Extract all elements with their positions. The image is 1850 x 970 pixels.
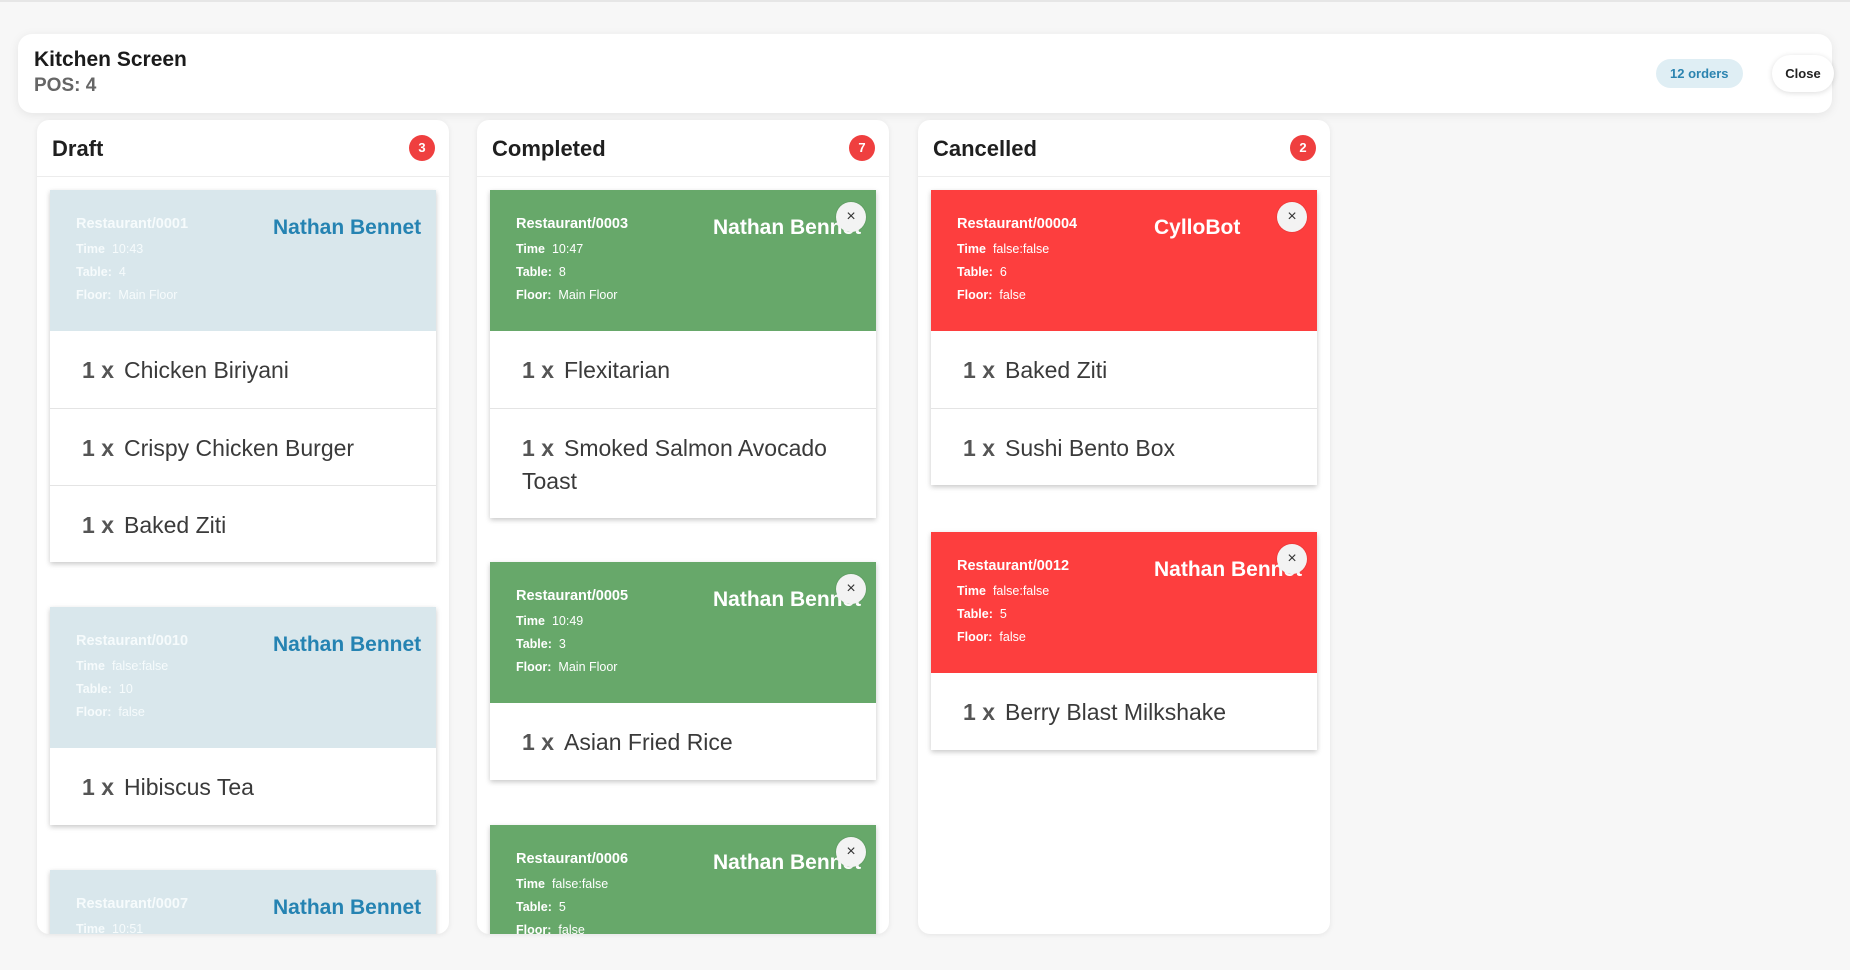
order-table: Table: 3 [516,637,566,651]
order-table: Table: 8 [516,265,566,279]
close-icon[interactable]: × [836,202,866,232]
order-customer: Nathan Bennet [273,633,422,656]
column-header: Completed 7 [477,120,889,177]
order-line-item[interactable]: 1 x Smoked Salmon Avocado Toast [490,408,876,518]
order-time: Time false:false [516,877,609,891]
order-floor: Floor: false [516,923,585,934]
column-completed: Completed 7 Restaurant/0003 Time 10:47 Ta… [477,120,889,934]
order-floor: Floor: false [957,630,1026,644]
order-count-badge: 12 orders [1656,59,1743,88]
order-time: Time false:false [957,584,1050,598]
order-line-item[interactable]: 1 x Flexitarian [490,331,876,408]
order-floor: Floor: Main Floor [76,288,178,302]
order-table: Table: 6 [957,265,1007,279]
order-time: Time 10:51 [76,922,144,934]
order-line-item[interactable]: 1 x Sushi Bento Box [931,408,1317,485]
order-reference: Restaurant/00004 [957,216,1078,232]
order-card-header: Restaurant/0012 Time false:false Table: 5 … [931,532,1317,673]
close-icon[interactable]: × [836,837,866,867]
order-card-header: Restaurant/0001 Time 10:43 Table: 4 Floor:… [50,190,436,331]
order-line-item[interactable]: 1 x Baked Ziti [50,485,436,562]
column-title: Draft [52,136,104,161]
close-icon[interactable]: × [1277,544,1307,574]
column-draft: Draft 3 Restaurant/0001 Time 10:43 Table:… [37,120,449,934]
order-table: Table: 5 [957,607,1007,621]
order-line-item[interactable]: 1 x Chicken Biriyani [50,331,436,408]
order-floor: Floor: Main Floor [516,660,618,674]
order-customer: Nathan Bennet [273,216,422,239]
column-count-badge: 7 [849,135,875,161]
order-time: Time false:false [76,659,169,673]
order-reference: Restaurant/0006 [516,851,629,867]
order-reference: Restaurant/0001 [76,216,189,232]
column-header: Cancelled 2 [918,120,1330,177]
order-card-header: Restaurant/0005 Time 10:49 Table: 3 Floor:… [490,562,876,703]
column-title: Completed [492,136,606,161]
order-floor: Floor: false [76,705,145,719]
order-reference: Restaurant/0007 [76,896,189,912]
order-time: Time 10:47 [516,242,584,256]
pos-label: POS: 4 [34,75,97,96]
column-cancelled: Cancelled 2 Restaurant/00004 Time false:f… [918,120,1330,934]
column-title: Cancelled [933,136,1037,161]
order-card[interactable]: Restaurant/00004 Time false:false Table: 6… [931,190,1317,485]
order-card[interactable]: Restaurant/0005 Time 10:49 Table: 3 Floor:… [490,562,876,780]
column-count-badge: 2 [1290,135,1316,161]
order-reference: Restaurant/0005 [516,588,629,604]
order-card-header: Restaurant/00004 Time false:false Table: 6… [931,190,1317,331]
order-table: Table: 5 [516,900,566,914]
order-line-item[interactable]: 1 x Hibiscus Tea [50,748,436,825]
order-customer: Nathan Bennet [273,896,422,919]
page-title: Kitchen Screen [34,48,187,71]
order-card[interactable]: Restaurant/0001 Time 10:43 Table: 4 Floor:… [50,190,436,562]
order-floor: Floor: Main Floor [516,288,618,302]
column-header: Draft 3 [37,120,449,177]
order-reference: Restaurant/0010 [76,633,189,649]
order-line-item[interactable]: 1 x Crispy Chicken Burger [50,408,436,485]
order-reference: Restaurant/0003 [516,216,629,232]
kitchen-header: Kitchen Screen POS: 4 12 orders Close [18,34,1834,113]
order-table: Table: 4 [76,265,126,279]
order-card-header: Restaurant/0007 Time 10:51 Nathan Bennet [50,870,436,934]
order-time: Time 10:43 [76,242,144,256]
order-card-header: Restaurant/0003 Time 10:47 Table: 8 Floor:… [490,190,876,331]
order-reference: Restaurant/0012 [957,558,1070,574]
order-card[interactable]: Restaurant/0010 Time false:false Table: 10… [50,607,436,825]
column-count-badge: 3 [409,135,435,161]
order-card[interactable]: Restaurant/0012 Time false:false Table: 5 … [931,532,1317,750]
top-divider [0,0,1850,2]
order-line-item[interactable]: 1 x Baked Ziti [931,331,1317,408]
order-floor: Floor: false [957,288,1026,302]
order-line-item[interactable]: 1 x Berry Blast Milkshake [931,673,1317,750]
order-card[interactable]: Restaurant/0003 Time 10:47 Table: 8 Floor:… [490,190,876,518]
close-button[interactable]: Close [1772,55,1834,92]
order-card[interactable]: Restaurant/0006 Time false:false Table: 5 … [490,825,876,934]
order-card[interactable]: Restaurant/0007 Time 10:51 Nathan Bennet [50,870,436,934]
order-table: Table: 10 [76,682,133,696]
order-time: Time 10:49 [516,614,584,628]
order-card-header: Restaurant/0010 Time false:false Table: 10… [50,607,436,748]
close-icon[interactable]: × [836,574,866,604]
close-icon[interactable]: × [1277,202,1307,232]
order-card-header: Restaurant/0006 Time false:false Table: 5 … [490,825,876,934]
order-time: Time false:false [957,242,1050,256]
order-line-item[interactable]: 1 x Asian Fried Rice [490,703,876,780]
